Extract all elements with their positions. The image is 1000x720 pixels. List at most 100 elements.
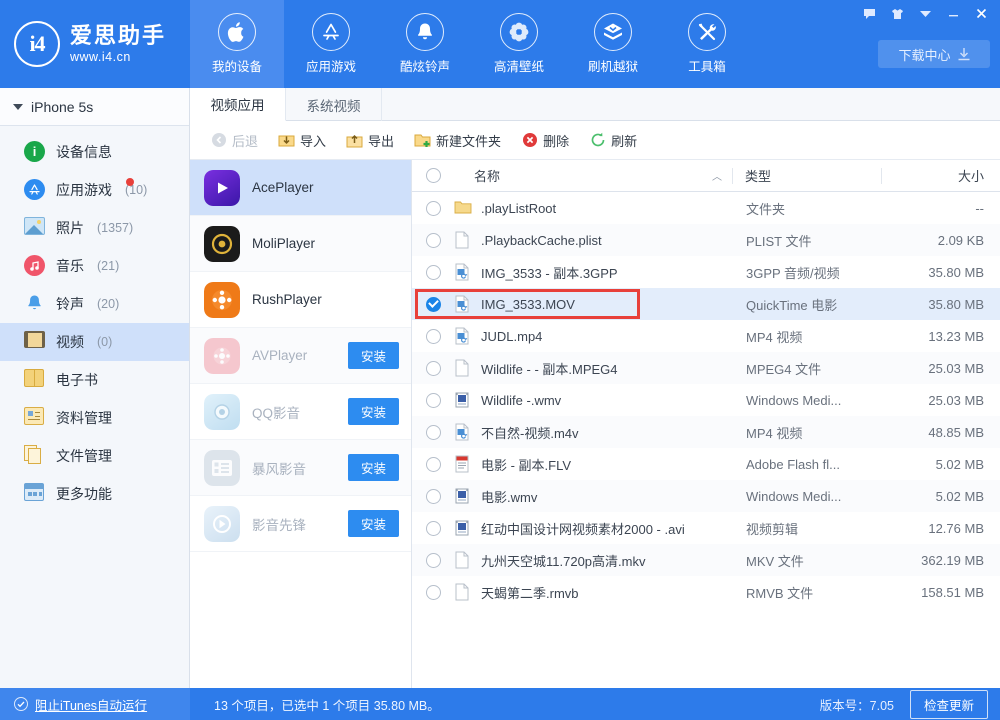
row-select-radio[interactable]: [412, 201, 454, 216]
row-select-radio[interactable]: [412, 521, 454, 536]
table-row[interactable]: IMG_3533.MOV QuickTime 电影 35.80 MB: [412, 288, 1000, 320]
bell-icon: [24, 293, 46, 315]
media-file-icon: [454, 263, 472, 281]
sidebar-item-1[interactable]: 应用游戏 (10): [0, 171, 189, 209]
radio-icon: [426, 521, 441, 536]
filmstrip-file-icon: [454, 519, 472, 537]
app-list-item[interactable]: RushPlayer: [190, 272, 411, 328]
book-icon: [24, 369, 46, 391]
feedback-icon[interactable]: [856, 3, 882, 25]
table-row[interactable]: 天蝎第二季.rmvb RMVB 文件 158.51 MB: [412, 576, 1000, 608]
sidebar-item-2[interactable]: 照片 (1357): [0, 209, 189, 247]
install-button[interactable]: 安装: [348, 398, 399, 425]
table-row[interactable]: .playListRoot 文件夹 --: [412, 192, 1000, 224]
minimize-icon[interactable]: [940, 3, 966, 25]
toolbar-button-1[interactable]: 导入: [270, 127, 334, 154]
status-bar: 阻止iTunes自动运行 13 个项目，已选中 1 个项目 35.80 MB。 …: [0, 688, 1000, 720]
app-list-item[interactable]: MoliPlayer: [190, 216, 411, 272]
toolbar-button-4[interactable]: 删除: [513, 127, 577, 154]
app-list-item[interactable]: 影音先锋 安装: [190, 496, 411, 552]
app-name: QQ影音: [252, 402, 336, 422]
tab-1[interactable]: 系统视频: [286, 88, 382, 121]
close-icon[interactable]: [968, 3, 994, 25]
sidebar-item-8[interactable]: 文件管理: [0, 437, 189, 475]
cell-type: MPEG4 文件: [734, 359, 882, 378]
download-center-button[interactable]: 下载中心: [878, 40, 990, 68]
flash-file-icon: [454, 455, 472, 473]
cell-type: MP4 视频: [734, 423, 882, 442]
table-row[interactable]: IMG_3533 - 副本.3GPP 3GPP 音频/视频 35.80 MB: [412, 256, 1000, 288]
sidebar-item-7[interactable]: 资料管理: [0, 399, 189, 437]
column-header-size[interactable]: 大小: [882, 166, 1000, 185]
table-row[interactable]: .PlaybackCache.plist PLIST 文件 2.09 KB: [412, 224, 1000, 256]
row-select-radio[interactable]: [412, 233, 454, 248]
toolbar-button-3[interactable]: 新建文件夹: [406, 127, 509, 154]
table-row[interactable]: Wildlife - - 副本.MPEG4 MPEG4 文件 25.03 MB: [412, 352, 1000, 384]
skin-icon[interactable]: [884, 3, 910, 25]
table-row[interactable]: 电影.wmv Windows Medi... 5.02 MB: [412, 480, 1000, 512]
nav-item-label: 我的设备: [212, 56, 262, 75]
sidebar-item-5[interactable]: 视频 (0): [0, 323, 189, 361]
brand-text: 爱思助手 www.i4.cn: [70, 24, 166, 65]
row-select-radio[interactable]: [412, 489, 454, 504]
version-label: 版本号：7.05: [820, 695, 894, 714]
table-row[interactable]: 不自然-视频.m4v MP4 视频 48.85 MB: [412, 416, 1000, 448]
radio-icon: [426, 265, 441, 280]
row-select-radio[interactable]: [412, 457, 454, 472]
column-header-type[interactable]: 类型: [733, 166, 881, 185]
row-select-radio[interactable]: [412, 297, 454, 312]
nav-item-2[interactable]: 酷炫铃声: [378, 0, 472, 88]
cell-size: 35.80 MB: [882, 297, 1000, 312]
column-header-name[interactable]: 名称 ︿: [454, 166, 732, 185]
nav-item-4[interactable]: 刷机越狱: [566, 0, 660, 88]
row-select-radio[interactable]: [412, 329, 454, 344]
toolbar-button-label: 导出: [368, 131, 394, 150]
sidebar-item-0[interactable]: i 设备信息: [0, 133, 189, 171]
select-all-checkbox[interactable]: [412, 168, 454, 183]
toolbar-button-5[interactable]: 刷新: [581, 127, 645, 154]
row-select-radio[interactable]: [412, 585, 454, 600]
qqplayer-icon: [204, 394, 240, 430]
check-update-button[interactable]: 检查更新: [910, 690, 988, 719]
radio-icon: [426, 425, 441, 440]
content-area: 视频应用 系统视频 后退 导入 导出 新建文件夹 删除 刷新 AcePlayer…: [190, 88, 1000, 688]
table-row[interactable]: 红动中国设计网视频素材2000 - .avi 视频剪辑 12.76 MB: [412, 512, 1000, 544]
sidebar-item-count: (20): [97, 297, 119, 311]
app-list-item[interactable]: 暴风影音 安装: [190, 440, 411, 496]
nav-item-5[interactable]: 工具箱: [660, 0, 754, 88]
tab-0[interactable]: 视频应用: [190, 88, 286, 121]
file-name-label: JUDL.mp4: [481, 329, 542, 344]
sidebar-item-3[interactable]: 音乐 (21): [0, 247, 189, 285]
info-icon: i: [24, 141, 46, 163]
install-button[interactable]: 安装: [348, 510, 399, 537]
device-selector[interactable]: iPhone 5s: [0, 88, 189, 126]
sidebar-item-count: (0): [97, 335, 112, 349]
nav-item-1[interactable]: 应用游戏: [284, 0, 378, 88]
row-select-radio[interactable]: [412, 393, 454, 408]
file-manager-icon: [24, 445, 46, 467]
sidebar-item-9[interactable]: 更多功能: [0, 475, 189, 513]
row-select-radio[interactable]: [412, 553, 454, 568]
install-button[interactable]: 安装: [348, 342, 399, 369]
row-select-radio[interactable]: [412, 425, 454, 440]
nav-item-3[interactable]: 高清壁纸: [472, 0, 566, 88]
row-select-radio[interactable]: [412, 361, 454, 376]
nav-item-label: 应用游戏: [306, 56, 356, 75]
table-row[interactable]: Wildlife -.wmv Windows Medi... 25.03 MB: [412, 384, 1000, 416]
app-list-item[interactable]: QQ影音 安装: [190, 384, 411, 440]
table-row[interactable]: JUDL.mp4 MP4 视频 13.23 MB: [412, 320, 1000, 352]
app-list-item[interactable]: AcePlayer: [190, 160, 411, 216]
nav-item-0[interactable]: 我的设备: [190, 0, 284, 88]
toolbar-button-2[interactable]: 导出: [338, 127, 402, 154]
itunes-toggle[interactable]: 阻止iTunes自动运行: [0, 688, 190, 720]
sidebar-item-4[interactable]: 铃声 (20): [0, 285, 189, 323]
filmstrip-file-icon: [454, 391, 472, 409]
toolbar-button-label: 刷新: [611, 131, 637, 150]
app-list-item[interactable]: AVPlayer 安装: [190, 328, 411, 384]
table-row[interactable]: 电影 - 副本.FLV Adobe Flash fl... 5.02 MB: [412, 448, 1000, 480]
chevron-down-icon[interactable]: [912, 3, 938, 25]
table-row[interactable]: 九州天空城11.720p高清.mkv MKV 文件 362.19 MB: [412, 544, 1000, 576]
install-button[interactable]: 安装: [348, 454, 399, 481]
sidebar-item-6[interactable]: 电子书: [0, 361, 189, 399]
row-select-radio[interactable]: [412, 265, 454, 280]
